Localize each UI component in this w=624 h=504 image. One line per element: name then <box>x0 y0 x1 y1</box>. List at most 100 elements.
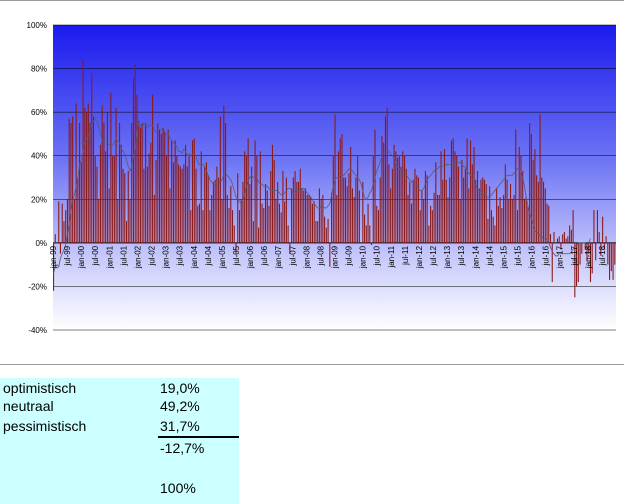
bar <box>59 242 62 254</box>
bar <box>410 203 413 243</box>
bar <box>204 166 206 243</box>
table-row <box>0 460 239 478</box>
bar <box>152 94 154 243</box>
bar <box>516 210 519 243</box>
bar <box>468 188 470 243</box>
bar <box>397 157 399 243</box>
bar <box>351 188 353 243</box>
bar <box>188 153 190 243</box>
bar <box>284 201 286 243</box>
bar <box>598 231 600 243</box>
x-tick-label: jul-00 <box>91 245 100 266</box>
bar <box>101 105 103 243</box>
bar <box>268 205 270 243</box>
bar <box>94 155 96 243</box>
row-value: 100% <box>160 480 196 496</box>
bar <box>176 155 178 243</box>
x-tick-label: jan-05 <box>218 245 227 269</box>
bar <box>504 164 506 243</box>
y-tick-label: 100% <box>27 21 47 30</box>
bar <box>58 201 60 243</box>
bar <box>490 210 492 243</box>
bar <box>125 221 128 243</box>
bar <box>198 203 201 243</box>
bar <box>129 199 131 243</box>
bar <box>445 179 447 243</box>
bar <box>543 181 545 243</box>
bar <box>327 218 329 243</box>
bar <box>612 242 614 280</box>
x-tick-label: jan-18 <box>584 245 593 269</box>
x-tick-label: jan-16 <box>528 245 537 269</box>
bar <box>317 221 319 243</box>
bar <box>355 177 357 243</box>
y-tick-label: 80% <box>31 65 47 74</box>
bar <box>331 192 333 243</box>
bar <box>386 107 388 243</box>
bar <box>332 155 334 243</box>
bar <box>251 166 253 243</box>
x-tick-label: jul-17 <box>570 245 579 266</box>
bar <box>447 197 449 243</box>
bar <box>264 184 267 243</box>
bar <box>388 164 390 243</box>
x-tick-label: jul-15 <box>513 245 522 266</box>
bar <box>464 168 466 243</box>
bar <box>209 210 211 243</box>
bar <box>405 168 407 243</box>
bar <box>492 216 494 243</box>
bar <box>404 155 406 243</box>
bar <box>377 210 380 243</box>
bar <box>157 123 159 243</box>
bar <box>278 203 280 243</box>
bar <box>183 164 185 243</box>
bar <box>131 123 133 243</box>
bar <box>364 214 366 243</box>
bar <box>518 147 520 243</box>
bar <box>558 236 560 243</box>
bar <box>99 144 101 243</box>
bar <box>343 177 345 243</box>
x-tick-label: jan-03 <box>162 245 171 269</box>
bar <box>336 194 338 243</box>
x-tick-label: jan-01 <box>105 245 114 269</box>
bar <box>108 188 110 243</box>
bar <box>65 210 67 243</box>
bar <box>344 177 347 243</box>
bar <box>315 221 317 243</box>
bar <box>365 225 367 243</box>
x-tick-label: jul-12 <box>429 245 438 266</box>
x-tick-label: jul-10 <box>373 245 382 266</box>
bar <box>136 94 138 243</box>
bar <box>117 199 119 243</box>
x-tick-label: jan-17 <box>556 245 565 269</box>
bar <box>449 177 451 243</box>
x-tick-label: jan-15 <box>499 245 508 269</box>
bar <box>412 179 414 243</box>
bar <box>238 210 241 243</box>
bar <box>456 155 458 243</box>
bar <box>430 205 432 243</box>
bar <box>374 129 376 243</box>
x-tick-label: jul-02 <box>148 245 157 266</box>
bar <box>539 114 541 243</box>
bar <box>384 116 386 243</box>
bar <box>106 112 108 243</box>
bar <box>179 166 181 243</box>
row-value: -12,7% <box>160 440 205 456</box>
bar <box>294 170 296 243</box>
bar <box>162 127 164 243</box>
bar <box>105 151 107 243</box>
bar <box>419 210 421 243</box>
x-tick-label: jan-11 <box>387 245 396 268</box>
bar <box>510 184 512 243</box>
bar <box>110 92 112 243</box>
bar <box>480 179 482 243</box>
bar <box>452 138 454 243</box>
bar <box>247 138 249 243</box>
bar <box>454 151 456 243</box>
bar <box>546 203 548 243</box>
sentiment-bar-chart: 100% 80% 60% 40% 20% 0% -20% -40% jan-99 jul-99 j… <box>27 21 616 335</box>
bar <box>383 142 385 243</box>
x-tick-label: jan-07 <box>274 245 283 269</box>
